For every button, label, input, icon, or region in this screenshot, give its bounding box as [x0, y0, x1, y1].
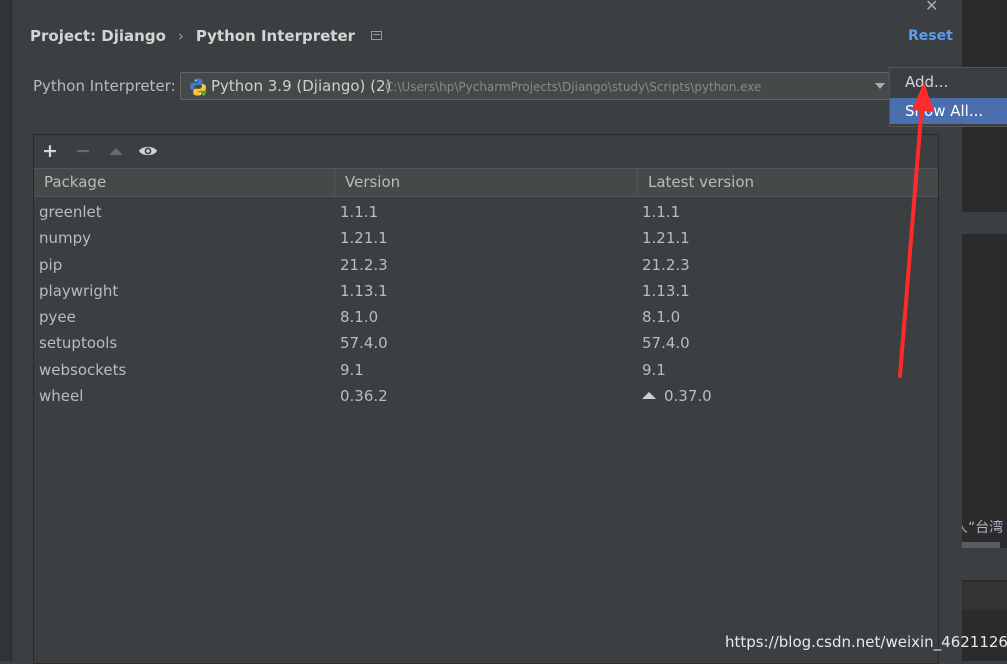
settings-dialog: ✕ Project: Djiango › Python Interpreter Re…: [12, 0, 962, 664]
table-row[interactable]: numpy 1.21.1 1.21.1: [34, 225, 938, 251]
remove-package-button[interactable]: −: [72, 140, 94, 162]
packages-toolbar: + −: [34, 135, 938, 166]
package-version: 8.1.0: [340, 308, 379, 327]
column-header-latest-version[interactable]: Latest version: [638, 169, 938, 196]
package-version: 0.36.2: [340, 387, 388, 406]
breadcrumb-project: Project: Djiango: [30, 27, 166, 45]
interpreter-path: C:\Users\hp\PycharmProjects\Djiango\stud…: [385, 80, 762, 94]
package-version: 57.4.0: [340, 334, 388, 353]
interpreter-select[interactable]: Python 3.9 (Djiango) (2) C:\Users\hp\Pyc…: [180, 72, 894, 100]
table-row[interactable]: pyee 8.1.0 8.1.0: [34, 304, 938, 330]
table-row[interactable]: playwright 1.13.1 1.13.1: [34, 278, 938, 304]
reset-button[interactable]: Reset: [908, 28, 953, 44]
add-interpreter-menu: Add... Show All...: [889, 67, 1007, 127]
package-name: websockets: [39, 360, 127, 379]
package-latest-version: 9.1: [642, 360, 666, 379]
interpreter-name: Python 3.9 (Djiango) (2): [211, 77, 392, 95]
package-version: 9.1: [340, 360, 364, 379]
packages-panel: + − Package Version Latest version green…: [33, 134, 939, 664]
project-level-icon: [371, 31, 383, 40]
package-name: pyee: [39, 308, 76, 327]
chevron-down-icon[interactable]: [875, 83, 885, 89]
package-latest-version: 0.37.0: [642, 383, 712, 409]
package-latest-version: 1.13.1: [642, 281, 690, 300]
show-early-releases-button[interactable]: [137, 140, 159, 162]
menu-item-show-all[interactable]: Show All...: [890, 98, 1007, 124]
breadcrumb-page: Python Interpreter: [195, 27, 356, 45]
package-name: greenlet: [39, 203, 102, 221]
left-gutter: [0, 0, 12, 661]
packages-table-header: Package Version Latest version: [34, 168, 938, 197]
table-row[interactable]: setuptools 57.4.0 57.4.0: [34, 330, 938, 356]
close-icon[interactable]: ✕: [925, 0, 938, 15]
interpreter-label: Python Interpreter:: [33, 77, 176, 95]
package-latest-version: 8.1.0: [642, 308, 681, 327]
table-row[interactable]: pip 21.2.3 21.2.3: [34, 252, 938, 278]
packages-table-body: greenlet 1.1.1 1.1.1 numpy 1.21.1 1.21.1…: [34, 199, 938, 409]
breadcrumb: Project: Djiango › Python Interpreter: [30, 27, 383, 45]
package-name: numpy: [39, 229, 92, 248]
package-name: playwright: [39, 281, 119, 300]
package-latest-version: 21.2.3: [642, 255, 690, 274]
menu-item-add[interactable]: Add...: [890, 69, 1007, 95]
table-row[interactable]: wheel 0.36.2 0.37.0: [34, 383, 938, 409]
table-row[interactable]: greenlet 1.1.1 1.1.1: [34, 199, 938, 225]
package-latest-version: 1.1.1: [642, 203, 681, 221]
python-logo-icon: [190, 78, 207, 96]
package-version: 1.1.1: [340, 203, 379, 221]
package-version: 1.21.1: [340, 229, 388, 248]
add-package-button[interactable]: +: [39, 140, 61, 162]
package-name: pip: [39, 255, 63, 274]
package-name: setuptools: [39, 334, 118, 353]
table-row[interactable]: websockets 9.1 9.1: [34, 357, 938, 383]
upgrade-available-icon: [642, 392, 656, 400]
eye-icon: [139, 146, 157, 156]
column-header-package[interactable]: Package: [34, 169, 335, 196]
package-latest-value: 0.37.0: [664, 387, 712, 406]
column-header-version[interactable]: Version: [335, 169, 638, 196]
package-name: wheel: [39, 387, 84, 406]
watermark: https://blog.csdn.net/weixin_46211269: [725, 633, 1007, 651]
package-version: 21.2.3: [340, 255, 388, 274]
package-version: 1.13.1: [340, 281, 388, 300]
package-latest-version: 57.4.0: [642, 334, 690, 353]
upgrade-package-button[interactable]: [105, 140, 127, 162]
package-latest-version: 1.21.1: [642, 229, 690, 248]
breadcrumb-separator: ›: [177, 27, 184, 45]
